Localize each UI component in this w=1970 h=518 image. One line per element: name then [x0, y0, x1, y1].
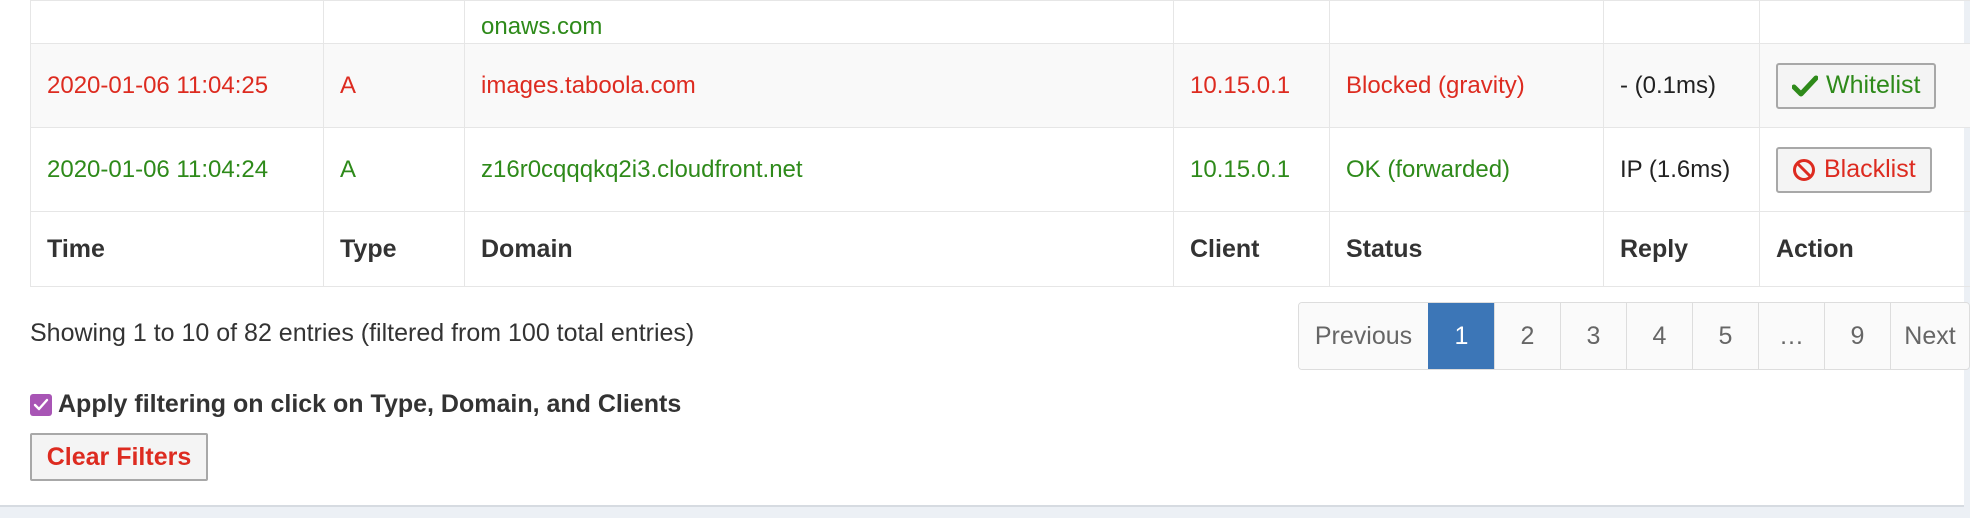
- domain-cell[interactable]: images.taboola.com: [464, 43, 1174, 128]
- pagination-ellipsis: …: [1758, 303, 1824, 369]
- pagination-next[interactable]: Next: [1890, 303, 1969, 369]
- table-row: 2020-01-06 11:04:24 A z16r0cqqqkq2i3.clo…: [30, 127, 1970, 212]
- table-footer-header: Time Type Domain Client Status Reply Act…: [30, 211, 1970, 287]
- ban-icon: [1793, 158, 1815, 181]
- pagination: Previous 1 2 3 4 5 … 9 Next: [1298, 302, 1970, 370]
- filter-checkbox[interactable]: [30, 393, 52, 416]
- reply-cell: [1603, 0, 1760, 44]
- entries-info: Showing 1 to 10 of 82 entries (filtered …: [30, 319, 695, 347]
- clear-filters-button[interactable]: Clear Filters: [30, 433, 208, 481]
- column-header-action: Action: [1759, 211, 1970, 287]
- reply-cell: - (0.1ms): [1603, 43, 1760, 128]
- table-row: onaws.com: [30, 0, 1970, 44]
- pagination-page-3[interactable]: 3: [1560, 303, 1626, 369]
- action-cell: Blacklist: [1759, 127, 1970, 212]
- column-header-reply[interactable]: Reply: [1603, 211, 1760, 287]
- query-log-table: onaws.com 2020-01-06 11:04:25 A images.t…: [30, 0, 1970, 287]
- type-cell[interactable]: A: [323, 127, 465, 212]
- client-cell: [1173, 0, 1330, 44]
- checkmark-icon: [33, 398, 49, 410]
- reply-cell: IP (1.6ms): [1603, 127, 1760, 212]
- pagination-previous[interactable]: Previous: [1299, 303, 1428, 369]
- filter-option: Apply filtering on click on Type, Domain…: [30, 390, 681, 419]
- time-cell: 2020-01-06 11:04:24: [30, 127, 324, 212]
- column-header-client[interactable]: Client: [1173, 211, 1330, 287]
- pagination-page-1[interactable]: 1: [1428, 303, 1494, 369]
- pagination-page-4[interactable]: 4: [1626, 303, 1692, 369]
- column-header-domain[interactable]: Domain: [464, 211, 1174, 287]
- domain-cell[interactable]: onaws.com: [464, 0, 1174, 44]
- whitelist-label: Whitelist: [1826, 71, 1921, 99]
- column-header-type[interactable]: Type: [323, 211, 465, 287]
- status-cell: OK (forwarded): [1329, 127, 1604, 212]
- time-cell: [30, 0, 324, 44]
- pagination-page-9[interactable]: 9: [1824, 303, 1890, 369]
- client-cell[interactable]: 10.15.0.1: [1173, 127, 1330, 212]
- action-cell: Whitelist: [1759, 43, 1970, 128]
- action-cell: [1759, 0, 1970, 44]
- check-icon: [1792, 75, 1818, 96]
- blacklist-label: Blacklist: [1824, 155, 1916, 183]
- whitelist-button[interactable]: Whitelist: [1776, 62, 1937, 109]
- status-cell: [1329, 0, 1604, 44]
- domain-cell[interactable]: z16r0cqqqkq2i3.cloudfront.net: [464, 127, 1174, 212]
- client-cell[interactable]: 10.15.0.1: [1173, 43, 1330, 128]
- column-header-status[interactable]: Status: [1329, 211, 1604, 287]
- time-cell: 2020-01-06 11:04:25: [30, 43, 324, 128]
- type-cell[interactable]: A: [323, 43, 465, 128]
- filter-label[interactable]: Apply filtering on click on Type, Domain…: [58, 390, 681, 419]
- status-cell: Blocked (gravity): [1329, 43, 1604, 128]
- table-row: 2020-01-06 11:04:25 A images.taboola.com…: [30, 43, 1970, 128]
- column-header-time[interactable]: Time: [30, 211, 324, 287]
- type-cell: [323, 0, 465, 44]
- query-log-box: onaws.com 2020-01-06 11:04:25 A images.t…: [0, 0, 1970, 507]
- pagination-page-2[interactable]: 2: [1494, 303, 1560, 369]
- blacklist-button[interactable]: Blacklist: [1776, 146, 1932, 193]
- pagination-page-5[interactable]: 5: [1692, 303, 1758, 369]
